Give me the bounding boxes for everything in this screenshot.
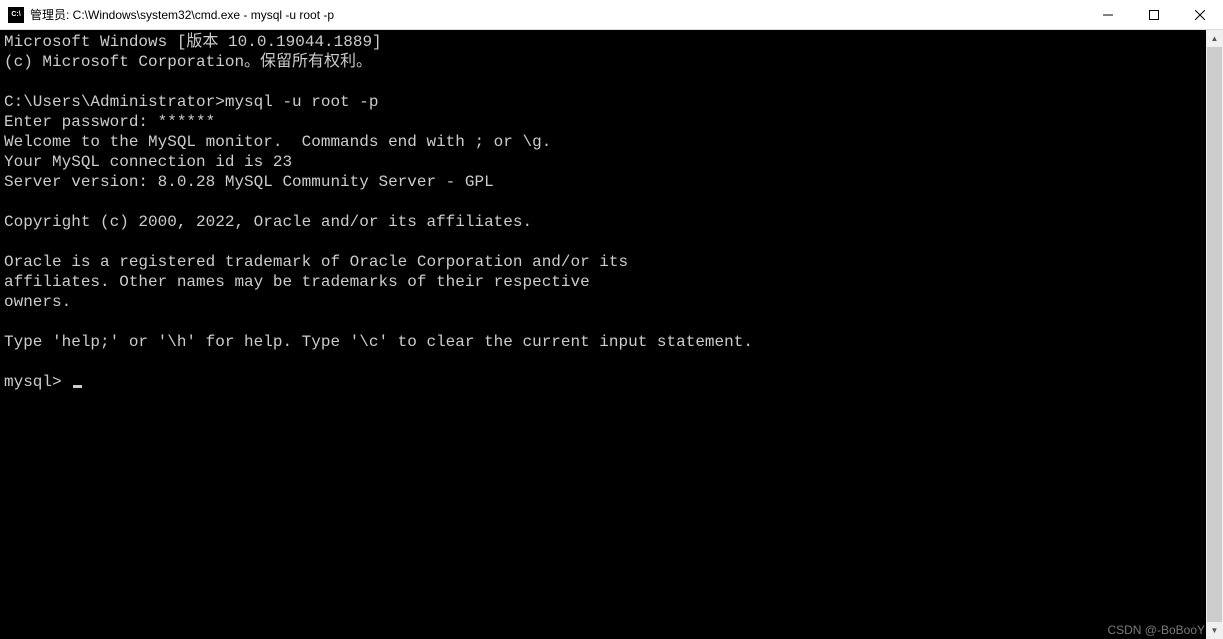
window-title: 管理员: C:\Windows\system32\cmd.exe - mysql… xyxy=(30,6,1085,23)
cursor xyxy=(73,385,82,388)
cmd-icon: C:\ xyxy=(8,7,24,23)
terminal-line: Oracle is a registered trademark of Orac… xyxy=(4,253,628,271)
terminal-container: Microsoft Windows [版本 10.0.19044.1889] (… xyxy=(0,30,1223,639)
terminal-line: affiliates. Other names may be trademark… xyxy=(4,273,590,291)
mysql-prompt: mysql> xyxy=(4,373,71,391)
terminal-line: C:\Users\Administrator>mysql -u root -p xyxy=(4,93,378,111)
terminal-line: Welcome to the MySQL monitor. Commands e… xyxy=(4,133,551,151)
terminal-line: Microsoft Windows [版本 10.0.19044.1889] xyxy=(4,33,382,51)
scroll-down-arrow-icon[interactable]: ▼ xyxy=(1206,622,1223,639)
watermark-text: CSDN @-BoBooY xyxy=(1107,623,1205,637)
minimize-button[interactable] xyxy=(1085,0,1131,29)
terminal-output[interactable]: Microsoft Windows [版本 10.0.19044.1889] (… xyxy=(0,30,1206,639)
terminal-line: Server version: 8.0.28 MySQL Community S… xyxy=(4,173,494,191)
terminal-line: Your MySQL connection id is 23 xyxy=(4,153,292,171)
terminal-line: Enter password: ****** xyxy=(4,113,215,131)
scroll-up-arrow-icon[interactable]: ▲ xyxy=(1206,30,1223,47)
terminal-line: Type 'help;' or '\h' for help. Type '\c'… xyxy=(4,333,753,351)
close-button[interactable] xyxy=(1177,0,1223,29)
window-controls xyxy=(1085,0,1223,29)
terminal-line: (c) Microsoft Corporation。保留所有权利。 xyxy=(4,53,372,71)
scrollbar-thumb[interactable] xyxy=(1207,47,1222,622)
window-titlebar: C:\ 管理员: C:\Windows\system32\cmd.exe - m… xyxy=(0,0,1223,30)
terminal-line: Copyright (c) 2000, 2022, Oracle and/or … xyxy=(4,213,532,231)
maximize-button[interactable] xyxy=(1131,0,1177,29)
terminal-line: owners. xyxy=(4,293,71,311)
vertical-scrollbar[interactable]: ▲ ▼ xyxy=(1206,30,1223,639)
